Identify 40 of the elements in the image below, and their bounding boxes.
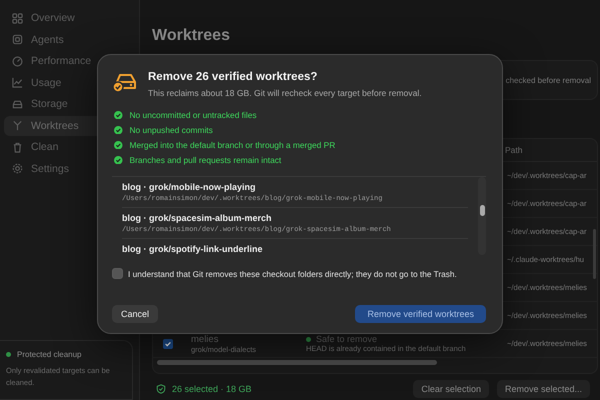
nav-icon	[12, 120, 23, 131]
dialog-title: Remove 26 verified worktrees?	[148, 71, 318, 83]
scroll-thumb[interactable]	[480, 205, 484, 216]
confirm-label: I understand that Git removes these checkout folders directly; they do not go to the Trash.	[128, 268, 457, 278]
cancel-button[interactable]: Cancel	[112, 305, 158, 323]
check-circle-icon	[114, 126, 122, 134]
shield-icon	[156, 384, 166, 394]
selection-summary: 26 selected · 18 GB	[172, 384, 252, 394]
nav-icon	[12, 77, 23, 88]
footer-button[interactable]: Clear selection	[413, 380, 489, 398]
nav-icon	[12, 12, 23, 24]
confirm-checkbox[interactable]	[112, 268, 123, 279]
sidebar-item[interactable]: Agents	[4, 30, 135, 50]
drive-check-icon	[112, 71, 138, 93]
list-item-title: blog · grok/mobile-now-playing	[122, 182, 256, 192]
status-dot	[6, 352, 11, 357]
list-item-title: blog · grok/spacesim-album-merch	[122, 213, 273, 223]
check-text: Merged into the default branch or through a merged PR	[130, 140, 336, 150]
nav-icon	[12, 56, 23, 66]
footer-button[interactable]: Remove selected...	[496, 380, 590, 398]
check-circle-icon	[114, 110, 122, 120]
nav-icon	[12, 163, 23, 174]
dialog-subtitle: This reclaims about 18 GB. Git will recheck every target before removal.	[148, 88, 422, 98]
nav-icon	[12, 98, 23, 110]
sidebar-item[interactable]: Overview	[4, 8, 135, 28]
sidebar-item[interactable]: Performance	[4, 51, 135, 71]
status-dot	[306, 336, 311, 342]
nav-icon	[12, 34, 23, 45]
row-checkbox[interactable]	[163, 338, 173, 348]
check-circle-icon	[114, 156, 122, 164]
check-circle-icon	[114, 140, 122, 150]
worktree-name: melies	[191, 334, 220, 344]
check-text: Branches and pull requests remain intact	[130, 155, 282, 165]
sidebar-item[interactable]: Usage	[4, 72, 135, 92]
horizontal-scrollbar[interactable]	[157, 360, 437, 365]
nav-icon	[12, 142, 23, 152]
page-title: Worktrees	[152, 27, 231, 45]
list-item-title: blog · grok/spotify-link-underline	[122, 244, 264, 254]
protection-title: Protected cleanup	[17, 350, 82, 359]
info-text: checked before removal	[506, 76, 591, 84]
